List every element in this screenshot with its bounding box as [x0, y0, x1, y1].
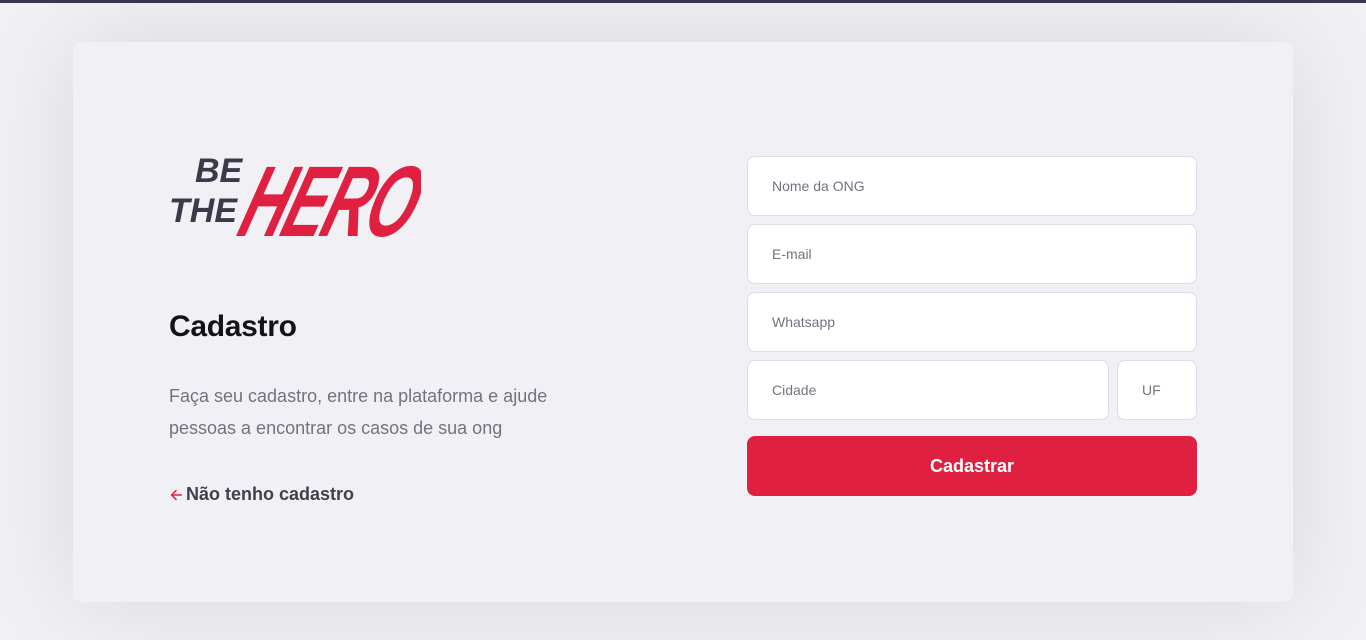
logo-text-be: BE	[195, 152, 244, 190]
logo-text-hero: HERO	[228, 147, 421, 246]
be-the-hero-logo: BE THE HERO	[169, 147, 421, 246]
browser-top-border	[0, 0, 1366, 3]
uf-input[interactable]	[1117, 360, 1197, 420]
logo-text-the: THE	[169, 192, 238, 230]
email-input[interactable]	[747, 224, 1197, 284]
city-input[interactable]	[747, 360, 1109, 420]
register-button[interactable]: Cadastrar	[747, 436, 1197, 496]
back-link-label: Não tenho cadastro	[186, 484, 355, 504]
page-title: Cadastro	[169, 310, 297, 343]
ong-name-input[interactable]	[747, 156, 1197, 216]
whatsapp-input[interactable]	[747, 292, 1197, 352]
arrow-left-icon	[170, 489, 183, 500]
page-description: Faça seu cadastro, entre na plataforma e…	[169, 386, 548, 438]
register-card: BE THE HERO Cadastro Faça seu cadastro, …	[73, 42, 1293, 602]
back-link[interactable]: Não tenho cadastro	[169, 484, 354, 505]
